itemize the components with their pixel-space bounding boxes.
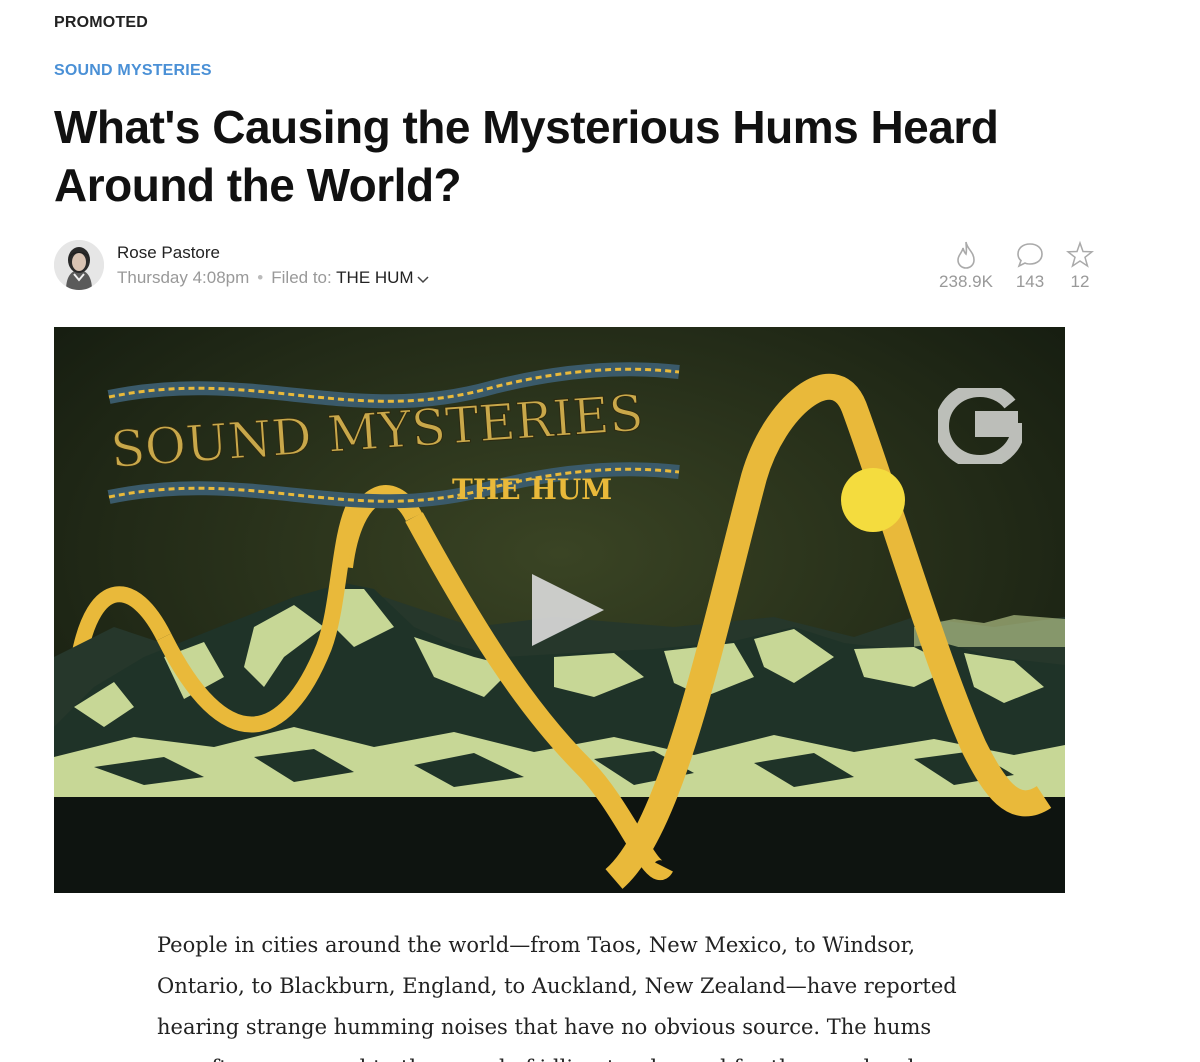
filed-to-label: Filed to: xyxy=(271,268,332,287)
stars-count: 12 xyxy=(1070,272,1090,291)
star-icon xyxy=(1060,240,1100,270)
author-name[interactable]: Rose Pastore xyxy=(117,243,220,263)
article-body: People in cities around the world—from T… xyxy=(157,933,957,1062)
promoted-label: PROMOTED xyxy=(54,14,149,31)
chevron-down-icon[interactable] xyxy=(417,269,429,289)
category-link[interactable]: SOUND MYSTERIES xyxy=(54,62,212,80)
filed-to-tag[interactable]: THE HUM xyxy=(336,268,413,287)
gizmodo-logo xyxy=(934,382,1026,470)
views-stat[interactable]: 238.9K xyxy=(932,240,1000,292)
author-avatar[interactable] xyxy=(54,240,104,290)
views-count: 238.9K xyxy=(939,272,993,291)
play-icon xyxy=(532,574,604,646)
byline-meta: Thursday 4:08pm • Filed to: THE HUM xyxy=(117,268,429,289)
meta-separator: • xyxy=(257,268,264,287)
flame-icon xyxy=(932,240,1000,270)
play-button[interactable] xyxy=(528,570,608,650)
stars-stat[interactable]: 12 xyxy=(1060,240,1100,292)
article-stats: 238.9K 143 12 xyxy=(932,240,1095,294)
sun xyxy=(841,468,905,532)
video-subtitle: THE HUM xyxy=(452,473,612,506)
comments-count: 143 xyxy=(1015,272,1045,291)
speech-bubble-icon xyxy=(1010,240,1050,270)
byline: Rose Pastore Thursday 4:08pm • Filed to: T… xyxy=(54,240,1095,294)
video-player[interactable]: SOUND MYSTERIES THE HUM xyxy=(54,327,1065,893)
publish-time[interactable]: Thursday 4:08pm xyxy=(117,268,249,287)
comments-stat[interactable]: 143 xyxy=(1010,240,1050,292)
article-headline: What's Causing the Mysterious Hums Heard… xyxy=(54,101,999,211)
